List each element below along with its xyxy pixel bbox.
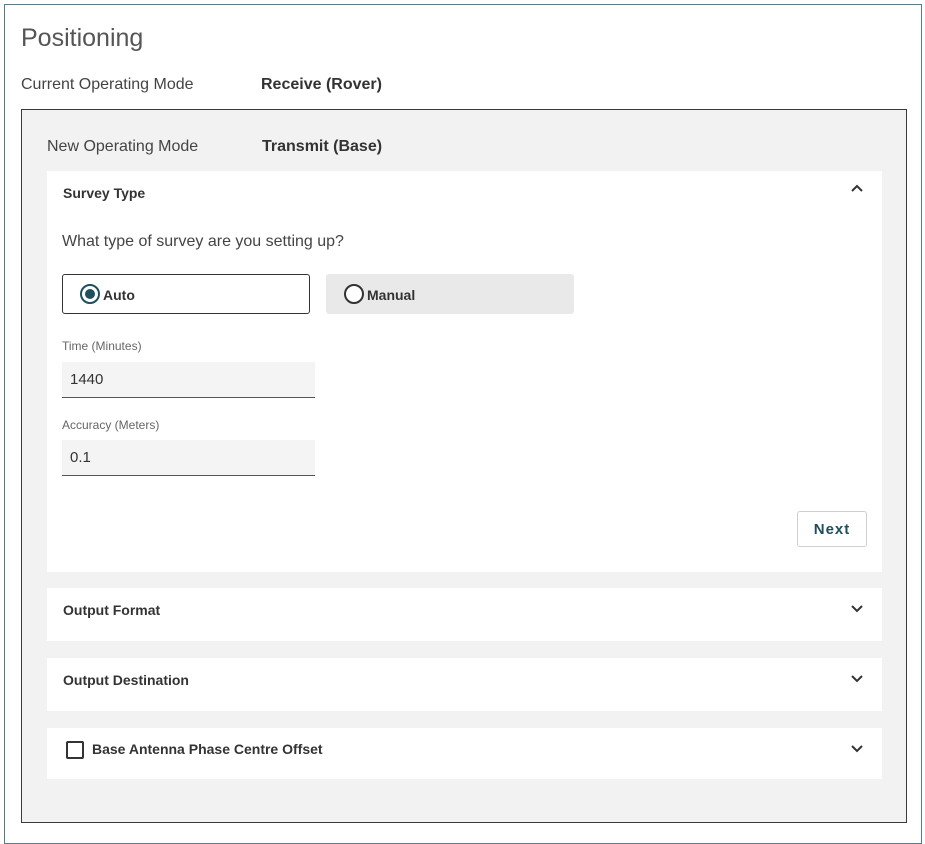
output-destination-section[interactable]: Output Destination bbox=[47, 658, 882, 711]
output-format-title: Output Format bbox=[63, 602, 161, 618]
accuracy-input[interactable] bbox=[62, 440, 315, 476]
auto-radio[interactable] bbox=[80, 284, 100, 304]
survey-question: What type of survey are you setting up? bbox=[62, 233, 344, 250]
manual-option-label: Manual bbox=[367, 287, 416, 303]
new-mode-panel: New Operating Mode Transmit (Base) Surve… bbox=[21, 109, 907, 823]
antenna-offset-section[interactable]: Base Antenna Phase Centre Offset bbox=[47, 728, 882, 779]
survey-type-title: Survey Type bbox=[63, 185, 146, 201]
new-mode-value: Transmit (Base) bbox=[262, 138, 383, 155]
manual-option[interactable]: Manual bbox=[326, 274, 574, 314]
page-title: Positioning bbox=[21, 24, 144, 52]
current-mode-label: Current Operating Mode bbox=[21, 76, 194, 93]
chevron-up-icon[interactable] bbox=[850, 181, 864, 195]
time-input[interactable] bbox=[62, 362, 315, 398]
auto-option[interactable]: Auto bbox=[62, 274, 310, 314]
survey-type-header[interactable]: Survey Type bbox=[47, 171, 882, 215]
survey-type-section: Survey Type What type of survey are you … bbox=[47, 171, 882, 572]
manual-radio[interactable] bbox=[344, 284, 364, 304]
output-destination-title: Output Destination bbox=[63, 672, 189, 688]
next-button[interactable]: Next bbox=[797, 511, 867, 547]
current-mode-value: Receive (Rover) bbox=[261, 76, 382, 93]
output-format-section[interactable]: Output Format bbox=[47, 588, 882, 641]
antenna-offset-checkbox[interactable] bbox=[66, 741, 84, 759]
accuracy-label: Accuracy (Meters) bbox=[62, 418, 160, 432]
chevron-down-icon[interactable] bbox=[850, 672, 864, 686]
auto-option-label: Auto bbox=[103, 287, 135, 303]
chevron-down-icon[interactable] bbox=[850, 602, 864, 616]
chevron-down-icon[interactable] bbox=[850, 742, 864, 756]
time-label: Time (Minutes) bbox=[62, 339, 142, 353]
new-mode-label: New Operating Mode bbox=[47, 138, 199, 155]
antenna-offset-title: Base Antenna Phase Centre Offset bbox=[92, 741, 323, 757]
